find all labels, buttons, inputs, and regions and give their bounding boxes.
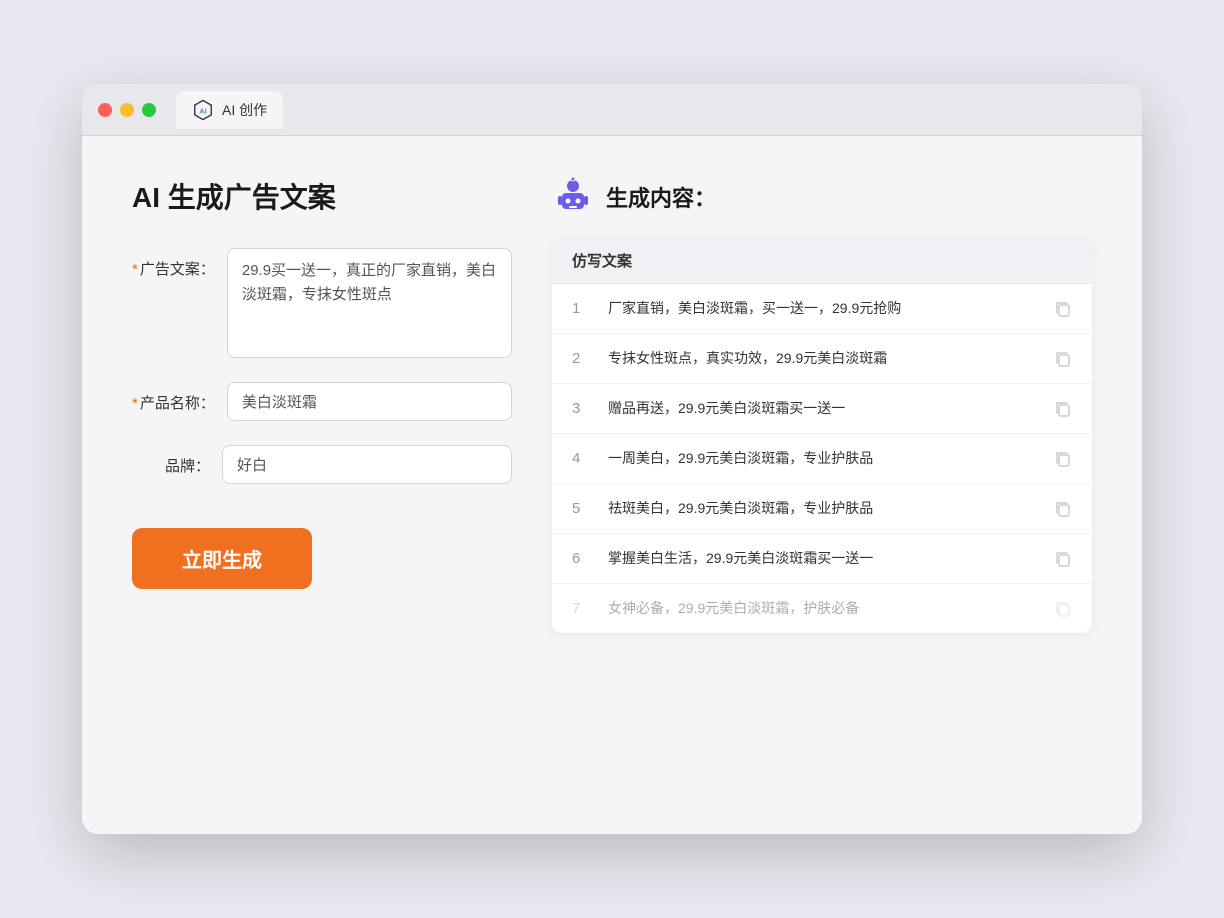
result-row-7: 7 女神必备，29.9元美白淡斑霜，护肤必备	[552, 584, 1092, 633]
copy-icon-1[interactable]	[1054, 300, 1072, 318]
row-number-5: 5	[572, 500, 592, 517]
copy-icon-6[interactable]	[1054, 550, 1072, 568]
ad-copy-label: *广告文案：	[132, 248, 227, 279]
left-panel: AI 生成广告文案 *广告文案： 29.9买一送一，真正的厂家直销，美白淡斑霜，…	[132, 176, 512, 794]
ad-copy-group: *广告文案： 29.9买一送一，真正的厂家直销，美白淡斑霜，专抹女性斑点	[132, 248, 512, 358]
row-number-4: 4	[572, 450, 592, 467]
result-row-2: 2 专抹女性斑点，真实功效，29.9元美白淡斑霜	[552, 334, 1092, 384]
page-title: AI 生成广告文案	[132, 176, 512, 216]
minimize-button[interactable]	[120, 103, 134, 117]
ai-tab[interactable]: AI AI 创作	[176, 91, 283, 129]
copy-icon-7[interactable]	[1054, 600, 1072, 618]
close-button[interactable]	[98, 103, 112, 117]
result-header: 生成内容：	[552, 176, 1092, 218]
product-name-input[interactable]	[227, 382, 512, 421]
copy-icon-3[interactable]	[1054, 400, 1072, 418]
right-panel: 生成内容： 仿写文案 1 厂家直销，美白淡斑霜，买一送一，29.9元抢购 2 专…	[552, 176, 1092, 794]
product-name-label: *产品名称：	[132, 382, 227, 413]
generate-button[interactable]: 立即生成	[132, 528, 312, 589]
brand-label: 品牌：	[132, 445, 222, 476]
row-text-3: 赠品再送，29.9元美白淡斑霜买一送一	[608, 398, 1038, 419]
result-title: 生成内容：	[606, 181, 716, 213]
brand-input[interactable]	[222, 445, 512, 484]
required-star-2: *	[132, 395, 138, 412]
copy-icon-2[interactable]	[1054, 350, 1072, 368]
svg-text:AI: AI	[199, 106, 207, 115]
content-area: AI 生成广告文案 *广告文案： 29.9买一送一，真正的厂家直销，美白淡斑霜，…	[82, 136, 1142, 834]
result-row-6: 6 掌握美白生活，29.9元美白淡斑霜买一送一	[552, 534, 1092, 584]
row-number-6: 6	[572, 550, 592, 567]
result-row-4: 4 一周美白，29.9元美白淡斑霜，专业护肤品	[552, 434, 1092, 484]
row-number-1: 1	[572, 300, 592, 317]
row-text-5: 祛斑美白，29.9元美白淡斑霜，专业护肤品	[608, 498, 1038, 519]
row-text-1: 厂家直销，美白淡斑霜，买一送一，29.9元抢购	[608, 298, 1038, 319]
robot-icon	[552, 176, 594, 218]
traffic-lights	[98, 103, 156, 117]
table-header: 仿写文案	[552, 238, 1092, 284]
product-name-group: *产品名称：	[132, 382, 512, 421]
browser-window: AI AI 创作 AI 生成广告文案 *广告文案： 29.9买一送一，真正的厂家…	[82, 84, 1142, 834]
row-text-2: 专抹女性斑点，真实功效，29.9元美白淡斑霜	[608, 348, 1038, 369]
row-text-4: 一周美白，29.9元美白淡斑霜，专业护肤品	[608, 448, 1038, 469]
row-text-6: 掌握美白生活，29.9元美白淡斑霜买一送一	[608, 548, 1038, 569]
maximize-button[interactable]	[142, 103, 156, 117]
ai-tab-icon: AI	[192, 99, 214, 121]
brand-group: 品牌：	[132, 445, 512, 484]
result-table: 仿写文案 1 厂家直销，美白淡斑霜，买一送一，29.9元抢购 2 专抹女性斑点，…	[552, 238, 1092, 633]
result-row-1: 1 厂家直销，美白淡斑霜，买一送一，29.9元抢购	[552, 284, 1092, 334]
title-bar: AI AI 创作	[82, 84, 1142, 136]
tab-label: AI 创作	[222, 100, 267, 120]
copy-icon-5[interactable]	[1054, 500, 1072, 518]
result-row-3: 3 赠品再送，29.9元美白淡斑霜买一送一	[552, 384, 1092, 434]
copy-icon-4[interactable]	[1054, 450, 1072, 468]
row-number-7: 7	[572, 600, 592, 617]
required-star-1: *	[132, 261, 138, 278]
row-number-2: 2	[572, 350, 592, 367]
row-number-3: 3	[572, 400, 592, 417]
row-text-7: 女神必备，29.9元美白淡斑霜，护肤必备	[608, 598, 1038, 619]
result-row-5: 5 祛斑美白，29.9元美白淡斑霜，专业护肤品	[552, 484, 1092, 534]
ad-copy-input[interactable]: 29.9买一送一，真正的厂家直销，美白淡斑霜，专抹女性斑点	[227, 248, 512, 358]
